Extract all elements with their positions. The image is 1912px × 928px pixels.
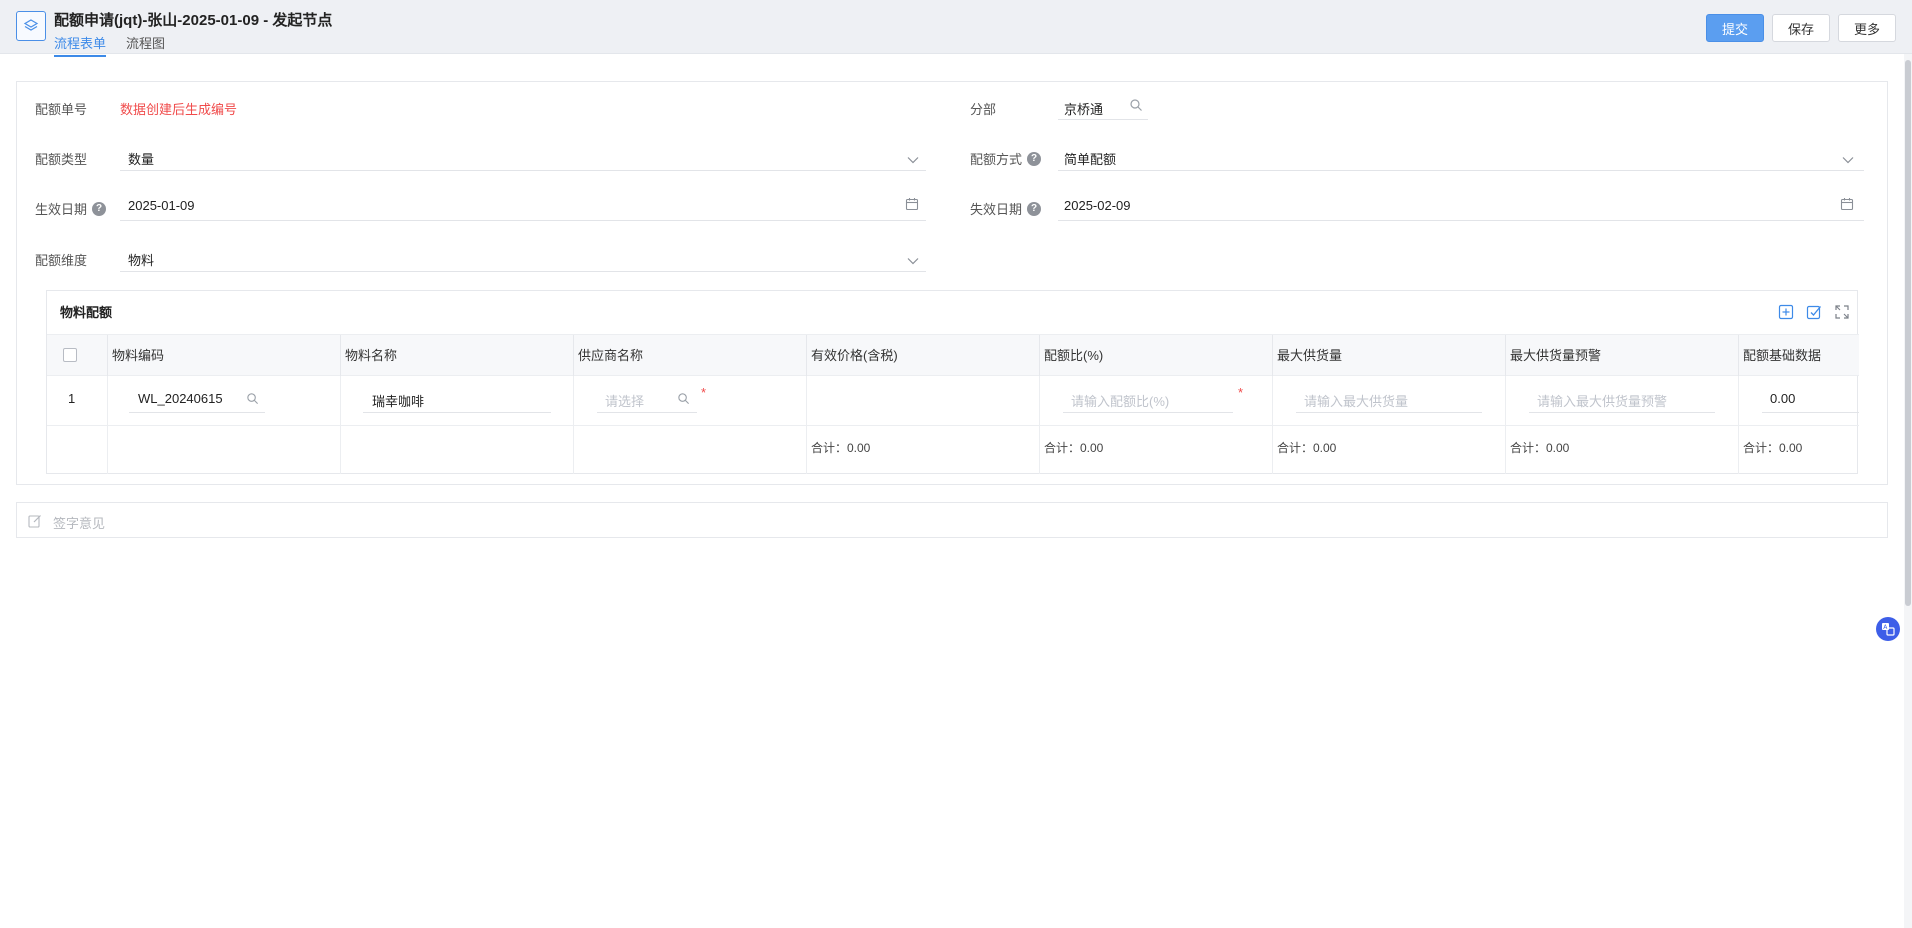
select-all-checkbox[interactable] bbox=[63, 348, 77, 362]
material-code-input[interactable]: WL_20240615 bbox=[138, 391, 223, 406]
column-header: 供应商名称 bbox=[573, 335, 806, 377]
tab-process-diagram[interactable]: 流程图 bbox=[126, 33, 165, 55]
row-divider bbox=[47, 425, 1859, 426]
quota-no-value: 数据创建后生成编号 bbox=[120, 102, 238, 117]
more-button[interactable]: 更多 bbox=[1838, 14, 1896, 42]
material-code-underline bbox=[129, 412, 265, 413]
quota-type-label: 配额类型 bbox=[35, 152, 88, 167]
calendar-icon[interactable] bbox=[1840, 197, 1854, 214]
layers-icon[interactable] bbox=[16, 11, 46, 41]
column-header: 物料名称 bbox=[340, 335, 573, 377]
add-row-icon[interactable] bbox=[1778, 304, 1796, 322]
column-header: 物料编码 bbox=[107, 335, 340, 377]
row-index: 1 bbox=[68, 391, 76, 406]
quota-dimension-select[interactable]: 物料 bbox=[128, 250, 154, 269]
header-bar: 配额申请(jqt)-张山-2025-01-09 - 发起节点 流程表单 流程图 … bbox=[0, 0, 1912, 57]
chevron-down-icon[interactable] bbox=[1842, 152, 1854, 167]
effective-date-label: 生效日期? bbox=[35, 199, 107, 218]
save-button[interactable]: 保存 bbox=[1772, 14, 1830, 42]
help-icon[interactable]: ? bbox=[92, 201, 107, 216]
quota-dimension-label: 配额维度 bbox=[35, 253, 88, 268]
total-max-supply: 合计：0.00 bbox=[1277, 441, 1337, 455]
table-title: 物料配额 bbox=[60, 305, 113, 320]
branch-underline bbox=[1058, 119, 1148, 120]
column-header: 有效价格(含税) bbox=[806, 335, 1039, 377]
material-name-input[interactable]: 瑞幸咖啡 bbox=[372, 391, 424, 410]
quota-no-label: 配额单号 bbox=[35, 102, 88, 117]
search-icon[interactable] bbox=[677, 392, 690, 408]
help-icon[interactable]: ? bbox=[1027, 151, 1042, 166]
column-header: 配额基础数据 bbox=[1738, 335, 1859, 377]
max-supply-underline bbox=[1296, 412, 1482, 413]
batch-edit-icon[interactable] bbox=[1806, 304, 1824, 322]
max-supply-warning-input[interactable]: 请输入最大供货量预警 bbox=[1537, 391, 1667, 410]
total-base-data: 合计：0.00 bbox=[1743, 441, 1803, 455]
page-title: 配额申请(jqt)-张山-2025-01-09 - 发起节点 bbox=[54, 12, 333, 29]
required-mark: * bbox=[1238, 385, 1244, 400]
material-name-underline bbox=[363, 412, 551, 413]
vertical-scrollbar[interactable] bbox=[1904, 54, 1912, 928]
column-header: 最大供货量 bbox=[1272, 335, 1505, 377]
quota-type-select[interactable]: 数量 bbox=[128, 149, 154, 168]
quota-dimension-underline bbox=[120, 271, 926, 272]
help-icon[interactable]: ? bbox=[1027, 201, 1042, 216]
total-ratio: 合计：0.00 bbox=[1044, 441, 1104, 455]
required-mark: * bbox=[701, 385, 707, 400]
translate-icon[interactable]: A bbox=[1876, 617, 1900, 641]
column-header: 配额比(%) bbox=[1039, 335, 1272, 377]
expiry-date-underline bbox=[1058, 220, 1864, 221]
chevron-down-icon[interactable] bbox=[907, 253, 919, 268]
signature-opinion-input[interactable]: 签字意见 bbox=[53, 513, 105, 532]
quota-ratio-input[interactable]: 请输入配额比(%) bbox=[1071, 391, 1169, 410]
base-data-value[interactable]: 0.00 bbox=[1770, 391, 1795, 406]
expiry-date-input[interactable]: 2025-02-09 bbox=[1064, 198, 1131, 213]
search-icon[interactable] bbox=[246, 392, 259, 408]
branch-label: 分部 bbox=[970, 102, 997, 117]
base-data-underline bbox=[1762, 412, 1859, 413]
tab-process-form[interactable]: 流程表单 bbox=[54, 33, 107, 57]
table-header: 物料编码 物料名称 供应商名称 有效价格(含税) 配额比(%) 最大供货量 最大… bbox=[47, 334, 1859, 377]
effective-date-input[interactable]: 2025-01-09 bbox=[128, 198, 195, 213]
submit-button[interactable]: 提交 bbox=[1706, 14, 1764, 42]
branch-field[interactable]: 京桥通 bbox=[1064, 99, 1103, 118]
calendar-icon[interactable] bbox=[905, 197, 919, 214]
expiry-date-label: 失效日期? bbox=[970, 199, 1042, 218]
max-supply-warning-underline bbox=[1529, 412, 1715, 413]
quota-method-underline bbox=[1058, 170, 1864, 171]
search-icon[interactable] bbox=[1129, 98, 1143, 115]
supplier-underline bbox=[597, 412, 697, 413]
quota-method-label: 配额方式? bbox=[970, 149, 1042, 168]
chevron-down-icon[interactable] bbox=[907, 152, 919, 167]
total-max-supply-warning: 合计：0.00 bbox=[1510, 441, 1570, 455]
signature-panel[interactable]: 签字意见 bbox=[16, 502, 1888, 538]
quota-method-select[interactable]: 简单配额 bbox=[1064, 149, 1116, 168]
column-header: 最大供货量预警 bbox=[1505, 335, 1738, 377]
material-quota-table: 物料配额 物料编码 物料名称 供应商名称 有效价格(含税) 配额比(%) 最大供… bbox=[46, 290, 1859, 474]
effective-date-underline bbox=[120, 220, 926, 221]
scrollbar-thumb[interactable] bbox=[1905, 60, 1911, 606]
edit-icon bbox=[28, 514, 42, 531]
max-supply-input[interactable]: 请输入最大供货量 bbox=[1304, 391, 1408, 410]
fullscreen-icon[interactable] bbox=[1834, 304, 1852, 322]
supplier-select[interactable]: 请选择 bbox=[605, 391, 644, 410]
total-price: 合计：0.00 bbox=[811, 441, 871, 455]
quota-ratio-underline bbox=[1063, 412, 1233, 413]
quota-type-underline bbox=[120, 170, 926, 171]
